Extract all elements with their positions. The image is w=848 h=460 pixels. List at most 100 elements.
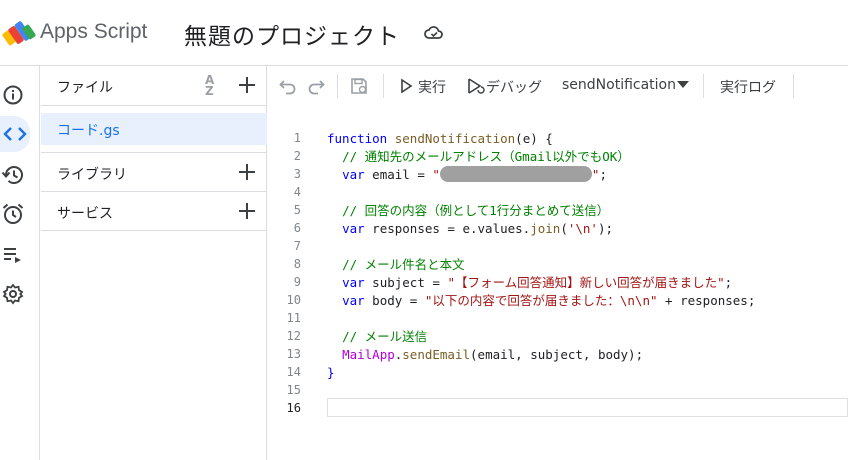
playlist-play-icon: [4, 248, 21, 263]
files-section: ファイル A Z: [41, 66, 267, 106]
add-library-icon[interactable]: [237, 162, 257, 182]
code-line: 6 var responses = e.values.join('\n');: [268, 220, 848, 238]
code-text: (email, subject, body);: [470, 347, 644, 362]
code-editor[interactable]: 1 function sendNotification(e) { 2 // 通知…: [268, 106, 848, 460]
code-text: }: [327, 365, 335, 380]
function-name: sendEmail: [402, 347, 471, 362]
undo-icon[interactable]: [278, 76, 298, 96]
gear-icon: [2, 283, 24, 305]
code-icon: [3, 127, 27, 141]
code-line: 2 // 通知先のメールアドレス（Gmail以外でもOK）: [268, 148, 848, 166]
keyword: var: [342, 293, 365, 308]
class-name: MailApp: [342, 347, 395, 362]
settings-button[interactable]: [0, 281, 26, 307]
line-number: 15: [286, 383, 301, 397]
code-text: );: [597, 221, 614, 236]
keyword: function: [327, 131, 388, 146]
editor-button[interactable]: [0, 116, 30, 152]
save-icon[interactable]: [349, 76, 369, 96]
redo-icon[interactable]: [306, 76, 326, 96]
code-text: body =: [364, 293, 425, 308]
line-number: 14: [286, 365, 301, 379]
function-select[interactable]: sendNotification: [562, 77, 676, 93]
execution-log-button[interactable]: 実行ログ: [720, 77, 776, 97]
debug-icon[interactable]: [465, 76, 485, 96]
add-file-icon[interactable]: [237, 75, 257, 95]
file-name: コード.gs: [57, 123, 120, 139]
line-number: 11: [286, 311, 301, 325]
line-number: 3: [293, 167, 301, 181]
code-line: 10 var body = "以下の内容で回答が届きました：\n\n" + re…: [268, 292, 848, 310]
sort-z-label: Z: [205, 84, 214, 98]
code-line: 1 function sendNotification(e) {: [268, 130, 848, 148]
line-number: 9: [293, 275, 301, 289]
string-literal: "【フォーム回答通知】新しい回答が届きました": [447, 275, 725, 290]
code-line: 15: [268, 382, 848, 400]
services-label: サービス: [57, 206, 113, 222]
comment: // 通知先のメールアドレス（Gmail以外でもOK）: [342, 149, 630, 164]
project-title[interactable]: 無題のプロジェクト: [184, 17, 400, 51]
code-line: 9 var subject = "【フォーム回答通知】新しい回答が届きました";: [268, 274, 848, 292]
playlist-button[interactable]: [0, 242, 26, 268]
string-literal: "以下の内容で回答が届きました：\n\n": [424, 293, 658, 308]
code-line: 3 var email = " ";: [268, 166, 848, 184]
sort-az-button[interactable]: A Z: [205, 74, 214, 98]
overview-button[interactable]: [0, 82, 26, 108]
comment: // 回答の内容（例として1行分まとめて送信）: [342, 203, 610, 218]
code-text: ;: [599, 167, 607, 182]
code-line: 11: [268, 310, 848, 328]
code-line: 14 }: [268, 364, 848, 382]
add-service-icon[interactable]: [237, 201, 257, 221]
line-number: 16: [286, 401, 301, 415]
comment: // メール件名と本文: [342, 257, 465, 272]
code-line: 4: [268, 184, 848, 202]
code-line: 12 // メール送信: [268, 328, 848, 346]
play-icon[interactable]: [399, 78, 413, 94]
line-number: 8: [293, 257, 301, 271]
history-icon: [1, 166, 23, 184]
executions-button[interactable]: [0, 201, 26, 227]
files-label: ファイル: [57, 80, 113, 96]
line-number: 7: [293, 239, 301, 253]
string-quote: ": [432, 167, 440, 182]
file-item-code-gs[interactable]: コード.gs: [41, 113, 267, 145]
files-panel: ファイル A Z コード.gs ライブラリ サービス: [41, 66, 267, 460]
chevron-down-icon[interactable]: [677, 80, 689, 90]
code-line: 16: [268, 400, 848, 418]
string-literal: '\n': [567, 221, 598, 236]
app-header: Apps Script 無題のプロジェクト: [0, 0, 848, 66]
alarm-clock-icon: [2, 203, 24, 224]
redacted-email: [439, 166, 592, 182]
line-number: 2: [293, 149, 301, 163]
run-button[interactable]: 実行: [418, 77, 446, 97]
info-icon: [3, 85, 23, 105]
code-line: 7: [268, 238, 848, 256]
keyword: var: [342, 275, 365, 290]
triggers-button[interactable]: [0, 162, 26, 188]
toolbar-divider: [337, 74, 338, 98]
code-text: ;: [724, 275, 733, 290]
keyword: var: [342, 167, 365, 182]
keyword: var: [342, 221, 365, 236]
toolbar-divider: [703, 74, 704, 98]
toolbar-divider: [383, 74, 384, 98]
libraries-section: ライブラリ: [41, 152, 267, 192]
debug-button[interactable]: デバッグ: [486, 77, 542, 97]
app-name[interactable]: Apps Script: [40, 20, 147, 44]
code-text: responses = e.values.: [364, 221, 531, 236]
function-name: sendNotification: [394, 131, 516, 146]
services-section: サービス: [41, 192, 267, 231]
line-number: 1: [293, 131, 301, 145]
code-text: email =: [364, 167, 433, 182]
line-number: 12: [286, 329, 301, 343]
function-name: join: [530, 221, 561, 236]
line-number: 10: [286, 293, 301, 307]
editor-toolbar: 実行 デバッグ sendNotification 実行ログ: [268, 66, 848, 106]
left-nav-rail: [0, 66, 40, 460]
code-line: 13 MailApp.sendEmail(email, subject, bod…: [268, 346, 848, 364]
apps-script-logo[interactable]: [2, 17, 36, 49]
code-line: 8 // メール件名と本文: [268, 256, 848, 274]
cloud-saved-icon[interactable]: [424, 24, 444, 42]
code-text: + responses;: [657, 293, 756, 308]
libraries-label: ライブラリ: [57, 167, 127, 183]
